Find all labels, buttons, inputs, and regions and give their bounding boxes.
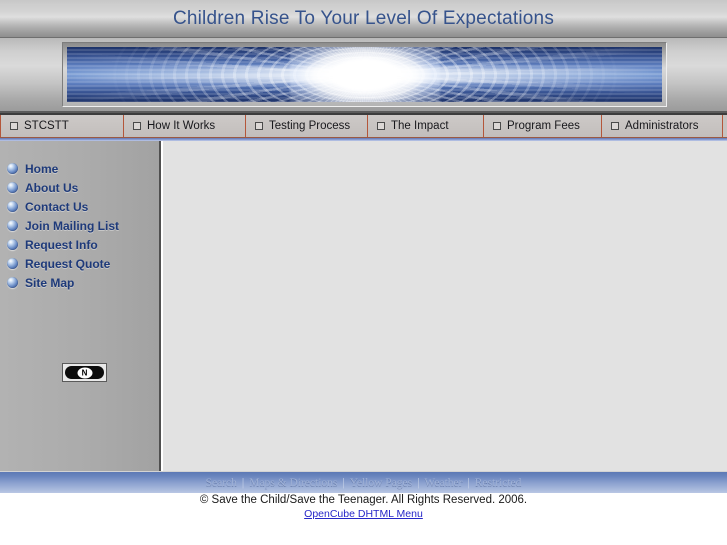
page-root: Children Rise To Your Level Of Expectati…	[0, 0, 727, 545]
square-bullet-icon	[611, 122, 619, 130]
main-content-area	[163, 141, 727, 471]
sidebar-item-label: Join Mailing List	[25, 218, 120, 233]
sidebar-item-label: Request Info	[25, 237, 98, 252]
netobjects-fusion-badge[interactable]: N	[62, 363, 107, 382]
sidebar-item-request-info[interactable]: Request Info	[0, 235, 161, 254]
topnav-item-label: STCSTT	[24, 120, 69, 132]
topnav-item-program-fees[interactable]: Program Fees	[483, 115, 602, 137]
body-area: Home About Us Contact Us Join Mailing List R…	[0, 141, 727, 471]
footer-link-yellow-pages[interactable]: Yellow Pages	[350, 477, 412, 489]
blue-sphere-bullet-icon	[7, 201, 18, 212]
sidebar-item-contact-us[interactable]: Contact Us	[0, 197, 161, 216]
blue-sphere-bullet-icon	[7, 277, 18, 288]
blue-sphere-bullet-icon	[7, 220, 18, 231]
badge-inner: N	[65, 366, 104, 379]
footer-separator: |	[417, 476, 420, 489]
sidebar-item-label: Site Map	[25, 275, 75, 290]
footer-link-restricted[interactable]: Restricted	[475, 477, 522, 489]
sidebar-item-about-us[interactable]: About Us	[0, 178, 161, 197]
top-navigation-bar[interactable]: STCSTT How It Works Testing Process The Imp…	[0, 113, 727, 138]
sidebar-item-label: About Us	[25, 180, 79, 195]
title-bar: Children Rise To Your Level Of Expectati…	[0, 0, 727, 38]
topnav-item-administrators[interactable]: Administrators	[601, 115, 723, 137]
square-bullet-icon	[255, 122, 263, 130]
footer-separator: |	[241, 476, 245, 489]
banner-core-glow	[289, 47, 440, 102]
footer-separator: |	[342, 476, 345, 489]
topnav-item-label: Testing Process	[269, 120, 351, 132]
topnav-item-label: The Impact	[391, 120, 449, 132]
topnav-item-how-it-works[interactable]: How It Works	[123, 115, 246, 137]
topnav-item-testing-process[interactable]: Testing Process	[245, 115, 368, 137]
topnav-item-label: How It Works	[147, 120, 216, 132]
sidebar-item-home[interactable]: Home	[0, 159, 161, 178]
square-bullet-icon	[10, 122, 18, 130]
opencube-dhtml-menu-link[interactable]: OpenCube DHTML Menu	[0, 508, 727, 520]
banner-band	[0, 38, 727, 113]
footer-link-bar[interactable]: Search | Maps & Directions | Yellow Pages | We…	[0, 471, 727, 493]
topnav-item-label: Program Fees	[507, 120, 580, 132]
blue-sphere-bullet-icon	[7, 258, 18, 269]
square-bullet-icon	[377, 122, 385, 130]
sidebar-item-label: Home	[25, 161, 59, 176]
banner-frame	[62, 42, 667, 107]
sidebar-item-join-mailing-list[interactable]: Join Mailing List	[0, 216, 161, 235]
footer-link-weather[interactable]: Weather	[424, 477, 462, 489]
blue-sphere-bullet-icon	[7, 239, 18, 250]
square-bullet-icon	[133, 122, 141, 130]
banner-image	[67, 47, 662, 102]
sidebar-item-label: Request Quote	[25, 256, 111, 271]
badge-letter: N	[77, 367, 92, 378]
footer-separator: |	[467, 476, 470, 489]
sidebar: Home About Us Contact Us Join Mailing List R…	[0, 141, 161, 471]
sidebar-item-label: Contact Us	[25, 199, 89, 214]
copyright-text: © Save the Child/Save the Teenager. All …	[199, 494, 528, 506]
sidebar-item-site-map[interactable]: Site Map	[0, 273, 161, 292]
topnav-item-label: Administrators	[625, 120, 699, 132]
footer-link-maps-directions[interactable]: Maps & Directions	[249, 477, 337, 489]
topnav-item-the-impact[interactable]: The Impact	[367, 115, 484, 137]
sidebar-menu[interactable]: Home About Us Contact Us Join Mailing List R…	[0, 159, 161, 292]
footer-link-search[interactable]: Search	[206, 477, 237, 489]
page-title: Children Rise To Your Level Of Expectati…	[172, 8, 555, 29]
blue-sphere-bullet-icon	[7, 163, 18, 174]
blue-sphere-bullet-icon	[7, 182, 18, 193]
square-bullet-icon	[493, 122, 501, 130]
sidebar-item-request-quote[interactable]: Request Quote	[0, 254, 161, 273]
topnav-item-stcstt[interactable]: STCSTT	[0, 115, 124, 137]
